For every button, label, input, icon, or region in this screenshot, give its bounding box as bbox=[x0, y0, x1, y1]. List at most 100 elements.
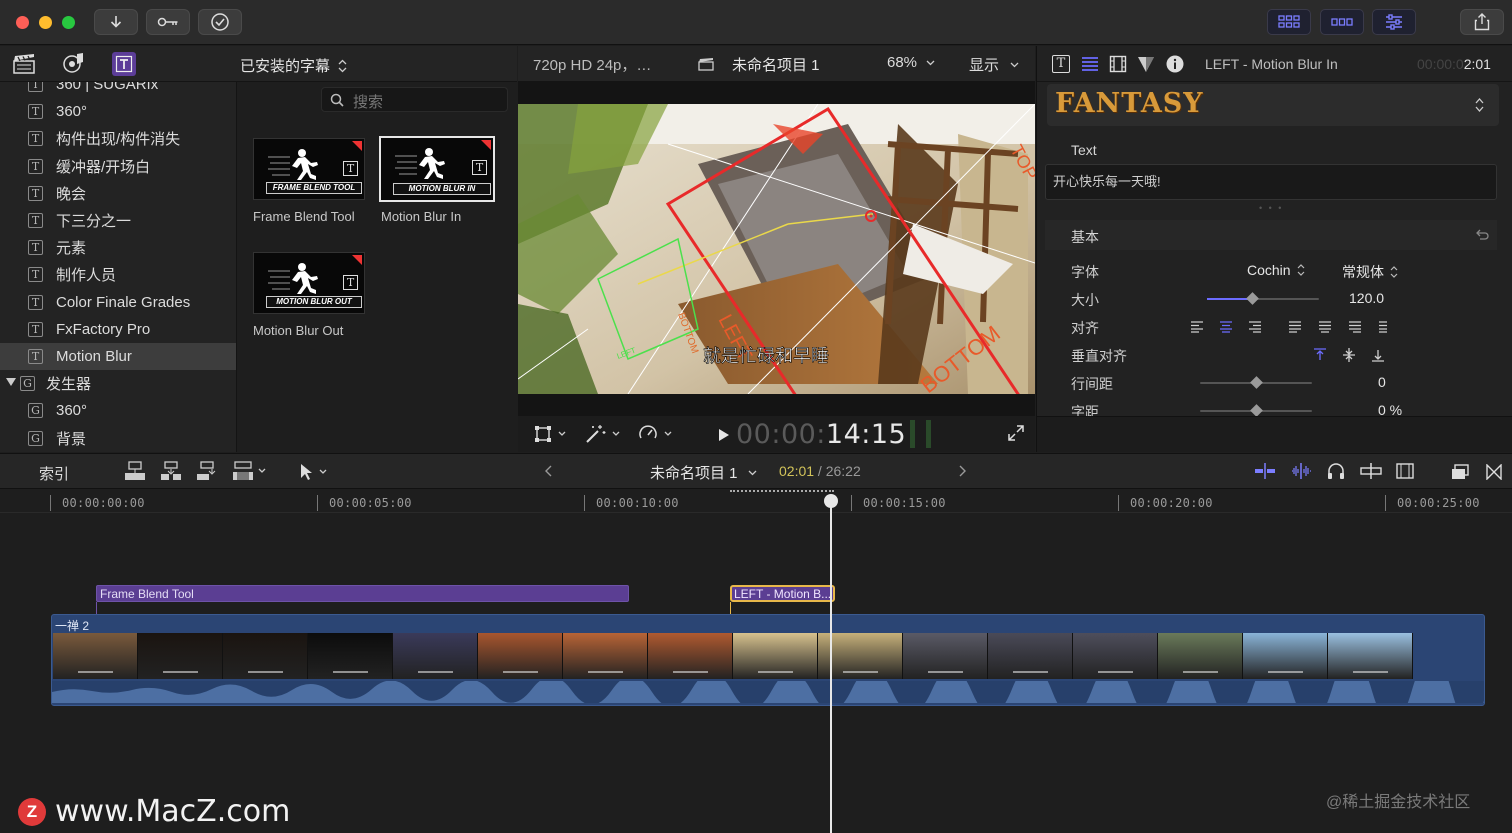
line-spacing-value[interactable]: 0 bbox=[1378, 374, 1386, 390]
basic-section-header[interactable]: 基本 bbox=[1045, 220, 1497, 250]
video-frame: BOTTOM LEFT LEFT BOTTOM TOP 就是忙碌和早睡 bbox=[518, 104, 1035, 394]
line-spacing-knob[interactable] bbox=[1250, 376, 1263, 389]
size-slider[interactable] bbox=[1207, 292, 1319, 305]
transitions-browser-icon[interactable] bbox=[1486, 464, 1502, 480]
background-tasks-button[interactable] bbox=[198, 9, 242, 35]
close-window-button[interactable] bbox=[16, 16, 29, 29]
sidebar-item[interactable]: T 下三分之一 bbox=[0, 207, 236, 234]
transform-popup[interactable] bbox=[534, 425, 566, 443]
snapping-icon[interactable] bbox=[1360, 463, 1382, 479]
reset-icon[interactable] bbox=[1475, 228, 1489, 242]
share-button[interactable] bbox=[1460, 9, 1504, 35]
sidebar-item[interactable]: T 元素 bbox=[0, 234, 236, 261]
title-thumbnail[interactable]: T MOTION BLUR IN bbox=[379, 136, 495, 202]
append-clip-icon[interactable] bbox=[196, 461, 218, 481]
sidebar-item[interactable]: T 构件出现/构件消失 bbox=[0, 125, 236, 152]
playhead-handle[interactable] bbox=[824, 494, 838, 508]
sidebar-item[interactable]: T 晚会 bbox=[0, 180, 236, 207]
effects-browser-icon[interactable] bbox=[1451, 464, 1469, 480]
color-icon[interactable] bbox=[1137, 55, 1155, 73]
film-icon[interactable] bbox=[1109, 55, 1127, 73]
disclosure-triangle-icon[interactable] bbox=[6, 378, 16, 387]
tracking-slider[interactable] bbox=[1200, 404, 1312, 416]
playhead[interactable] bbox=[830, 497, 832, 833]
size-value[interactable]: 120.0 bbox=[1349, 290, 1384, 306]
search-placeholder: 搜索 bbox=[353, 94, 384, 111]
text-inspector-tab[interactable]: T bbox=[1052, 55, 1070, 73]
skimming-icon[interactable] bbox=[1254, 463, 1276, 479]
insert-clip-icon[interactable] bbox=[160, 461, 182, 481]
title-thumbnail[interactable]: T FRAME BLEND TOOL bbox=[253, 138, 365, 200]
title-clip-left-motion-blur[interactable]: LEFT - Motion B... bbox=[730, 585, 835, 602]
ruler-label: 00:00:15:00 bbox=[863, 496, 946, 510]
sidebar-item[interactable]: T Motion Blur bbox=[0, 343, 236, 370]
viewer[interactable]: BOTTOM LEFT LEFT BOTTOM TOP 就是忙碌和早睡 bbox=[518, 82, 1035, 416]
title-thumbnail[interactable]: T MOTION BLUR OUT bbox=[253, 252, 365, 314]
sidebar-item[interactable]: G 背景 bbox=[0, 425, 236, 452]
enhance-popup[interactable] bbox=[584, 424, 620, 444]
keywords-button[interactable] bbox=[146, 9, 190, 35]
import-button[interactable] bbox=[94, 9, 138, 35]
retime-popup[interactable] bbox=[638, 424, 672, 444]
title-folder-icon: T bbox=[28, 185, 43, 201]
display-popup[interactable]: 显示 bbox=[969, 54, 1019, 75]
index-button[interactable]: 索引 bbox=[39, 463, 69, 484]
frame-caption-mark bbox=[673, 671, 708, 673]
sidebar-item[interactable]: T 360° bbox=[0, 98, 236, 125]
sidebar-item[interactable]: T 缓冲器/开场白 bbox=[0, 153, 236, 180]
size-slider-knob[interactable] bbox=[1245, 292, 1259, 305]
sidebar-item[interactable]: T Color Finale Grades bbox=[0, 289, 236, 316]
primary-storyline-clip[interactable]: 一禅 2 bbox=[51, 614, 1485, 706]
overwrite-popup[interactable] bbox=[232, 461, 266, 481]
tracking-value[interactable]: 0 % bbox=[1378, 402, 1402, 416]
tracking-knob[interactable] bbox=[1250, 404, 1263, 416]
photos-music-tab[interactable] bbox=[62, 52, 86, 76]
inspector-header: T LEFT - Motion Blur In 00:00:02:01 bbox=[1037, 46, 1512, 82]
sidebar-item[interactable]: T 360 | SUGARfx bbox=[0, 82, 236, 98]
connection-line bbox=[730, 602, 731, 614]
ruler-tick bbox=[584, 495, 585, 511]
headphones-icon[interactable] bbox=[1326, 463, 1346, 479]
category-popup[interactable]: 已安装的字幕 bbox=[240, 55, 347, 76]
clapper-icon bbox=[13, 54, 35, 74]
show-browser-button[interactable] bbox=[1267, 9, 1311, 35]
resize-handle[interactable]: • • • bbox=[1259, 203, 1283, 213]
title-clip-frame-blend[interactable]: Frame Blend Tool bbox=[96, 585, 629, 602]
connect-clip-icon[interactable] bbox=[124, 461, 146, 481]
sidebar-item[interactable]: T 制作人员 bbox=[0, 261, 236, 288]
libraries-tab[interactable] bbox=[12, 53, 36, 75]
watermark-site: www.MacZ.com bbox=[55, 794, 291, 829]
info-icon[interactable] bbox=[1166, 55, 1184, 73]
play-icon[interactable] bbox=[718, 428, 730, 442]
chevron-left-icon[interactable] bbox=[544, 465, 552, 477]
zoom-window-button[interactable] bbox=[62, 16, 75, 29]
show-inspector-button[interactable] bbox=[1372, 9, 1416, 35]
search-field[interactable]: 搜索 bbox=[321, 87, 508, 112]
audio-skimming-icon[interactable] bbox=[1290, 463, 1312, 479]
zoom-popup[interactable]: 68% bbox=[887, 54, 935, 71]
fullscreen-icon[interactable] bbox=[1008, 425, 1024, 441]
paragraph-icon[interactable] bbox=[1081, 56, 1099, 72]
font-family-popup[interactable]: Cochin bbox=[1247, 262, 1305, 278]
preset-popup[interactable]: FANTASY bbox=[1047, 84, 1499, 126]
vertical-alignment-buttons[interactable] bbox=[1314, 348, 1388, 362]
timeline-project-popup[interactable]: 未命名项目 1 bbox=[650, 462, 757, 483]
running-figure-icon bbox=[395, 148, 445, 179]
show-timeline-button[interactable] bbox=[1320, 9, 1364, 35]
alignment-buttons[interactable] bbox=[1191, 321, 1387, 333]
sidebar-item[interactable]: G 360° bbox=[0, 397, 236, 424]
titles-generators-tab[interactable] bbox=[112, 52, 136, 76]
sidebar-item[interactable]: T FxFactory Pro bbox=[0, 316, 236, 343]
text-value-field[interactable]: 开心快乐每一天哦! bbox=[1045, 164, 1497, 200]
timeline-ruler[interactable]: 00:00:00:00 00:00:05:00 00:00:10:00 00:00:1… bbox=[0, 489, 1512, 513]
title-clip-label: Frame Blend Tool bbox=[100, 587, 194, 601]
line-spacing-slider[interactable] bbox=[1200, 376, 1312, 389]
sidebar-item[interactable]: G 发生器 bbox=[0, 370, 236, 397]
minimize-window-button[interactable] bbox=[39, 16, 52, 29]
chevron-right-icon[interactable] bbox=[959, 465, 967, 477]
clapper-small-icon bbox=[698, 58, 714, 71]
tool-popup[interactable] bbox=[299, 463, 327, 481]
font-style-popup[interactable]: 常规体 bbox=[1342, 262, 1398, 282]
clip-appearance-icon[interactable] bbox=[1396, 463, 1414, 479]
sidebar-item-label: 构件出现/构件消失 bbox=[56, 131, 181, 149]
